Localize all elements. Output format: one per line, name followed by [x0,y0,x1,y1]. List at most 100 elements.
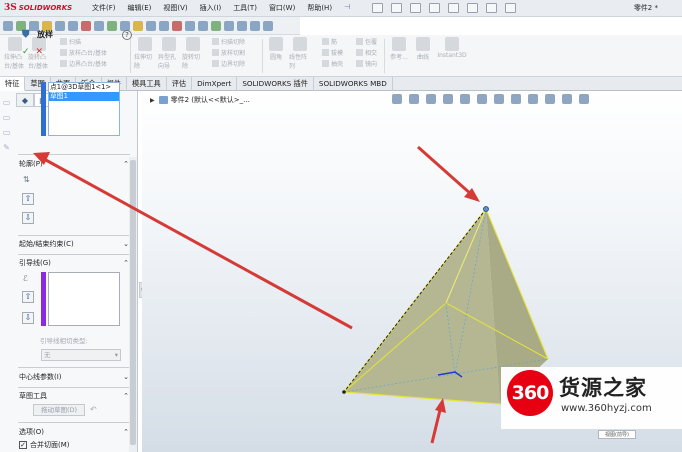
sweep-item[interactable]: 扫描 [60,37,107,48]
tab-sketch[interactable]: 草图 [25,77,51,91]
wrap-item[interactable]: 包覆 [356,37,377,48]
centerline-section-header[interactable]: 中心线参数(I) ⌄ [19,372,129,382]
move-up-button[interactable]: ⇧ [22,193,34,205]
menu-insert[interactable]: 插入(I) [200,3,222,13]
loft-feature-icon[interactable]: ✎ [1,142,12,153]
move-down-button[interactable]: ⇩ [22,212,34,224]
apply-scene-icon[interactable] [545,94,555,104]
fillet-button[interactable]: 圆角 [265,37,287,70]
menu-file[interactable]: 文件(F) [92,3,116,13]
help-icon[interactable]: ? [122,30,132,40]
view-settings-icon[interactable] [562,94,572,104]
smart-dimension-icon[interactable] [120,20,130,31]
instant3d-button[interactable]: Instant3D [436,37,468,61]
shell-item[interactable]: 抽壳 [322,59,343,70]
3d-sketch-icon[interactable] [3,20,13,31]
section-view-icon[interactable] [55,20,65,31]
guide-tangency-select[interactable]: 无 [41,349,121,361]
undo-drag-icon[interactable]: ↶ [90,405,97,414]
display-style-icon[interactable] [494,94,504,104]
feature-tree-icon[interactable]: ▭ [1,97,12,108]
edit-appearance-icon[interactable] [224,20,234,31]
loft-item[interactable]: 放样凸台/基体 [60,48,107,59]
sketch-entity-icon[interactable] [133,20,143,31]
apply-scene-icon[interactable] [237,20,247,31]
options-gear-icon[interactable] [505,3,517,13]
feature-tree-flyout[interactable]: ▶ 零件2 (默认<<默认>_... [150,95,250,105]
appearance-icon[interactable] [68,20,78,31]
zoom-to-area-icon[interactable] [409,94,419,104]
guide-move-up-button[interactable]: ⇧ [22,291,34,303]
hide-show-icon[interactable] [211,20,221,31]
list-item[interactable]: 草图1 [49,92,119,101]
cancel-button[interactable]: ✕ [36,47,44,57]
monitor-icon[interactable] [579,94,589,104]
orientation-icon[interactable] [198,20,208,31]
lofted-cut-item[interactable]: 放样切割 [212,48,245,59]
snap-icon[interactable] [81,20,91,31]
view-orientation-icon[interactable] [477,94,487,104]
linear-pattern-button[interactable]: 线性阵列 [289,37,311,70]
menu-tools[interactable]: 工具(T) [233,3,257,13]
previous-view-icon[interactable] [426,94,436,104]
profiles-section-header[interactable]: 轮廓(P) ⌃ [19,159,129,169]
pin-icon[interactable]: ⊣ [344,3,350,13]
hole-wizard-button[interactable]: 异型孔向导 [158,37,180,70]
guides-section-header[interactable]: 引导线(G) ⌃ [19,258,129,268]
zoom-to-fit-icon[interactable] [392,94,402,104]
select-icon[interactable] [467,3,479,13]
section-view-icon[interactable] [443,94,453,104]
boundary-cut-item[interactable]: 边界切除 [212,59,245,70]
menu-window[interactable]: 窗口(W) [269,3,295,13]
grid-icon[interactable] [94,20,104,31]
extruded-cut-button[interactable]: 拉伸切除 [134,37,156,70]
print-icon[interactable] [429,3,441,13]
solidworks-logo[interactable]: 3S SOLIDWORKS [4,3,72,13]
revolved-cut-button[interactable]: 旋转切除 [182,37,204,70]
relations-icon[interactable] [107,20,117,31]
start-end-constraints-header[interactable]: 起始/结束约束(C) ⌄ [19,239,129,249]
tab-addins[interactable]: SOLIDWORKS 插件 [237,77,314,91]
boundary-item[interactable]: 边界凸台/基体 [60,59,107,70]
zoom-area-icon[interactable] [159,20,169,31]
customize-icon[interactable] [263,20,273,31]
draft-item[interactable]: 拔模 [322,48,343,59]
scrollbar-thumb[interactable] [130,160,136,445]
dynamic-annotation-icon[interactable] [460,94,470,104]
tab-evaluate[interactable]: 评估 [167,77,193,91]
ok-button[interactable]: ✓ [22,47,30,57]
pan-icon[interactable] [185,20,195,31]
tab-mold-tools[interactable]: 模具工具 [127,77,167,91]
rib-item[interactable]: 筋 [322,37,343,48]
menu-help[interactable]: 帮助(H) [307,3,332,13]
edit-appearance-icon[interactable] [528,94,538,104]
new-document-icon[interactable] [372,3,384,13]
menu-edit[interactable]: 编辑(E) [128,3,152,13]
zoom-fit-icon[interactable] [146,20,156,31]
profiles-list[interactable]: 点1@3D草图1<1> 草图1 [48,82,120,136]
drag-sketch-button[interactable]: 拖动草图(D) [33,404,85,416]
save-icon[interactable] [410,3,422,13]
reference-geometry-button[interactable]: 参考... [388,37,410,61]
curves-button[interactable]: 曲线 [412,37,434,61]
tab-mbd[interactable]: SOLIDWORKS MBD [314,77,393,91]
history-icon[interactable]: ▭ [1,112,12,123]
intersect-item[interactable]: 相交 [356,48,377,59]
tab-feature-manager[interactable]: ◆ [16,93,34,107]
sensor-icon[interactable]: ▭ [1,127,12,138]
rotate-icon[interactable] [172,20,182,31]
guide-move-down-button[interactable]: ⇩ [22,312,34,324]
rebuild-icon[interactable] [486,3,498,13]
tab-dimxpert[interactable]: DimXpert [192,77,238,91]
open-icon[interactable] [391,3,403,13]
swept-cut-item[interactable]: 扫描切除 [212,37,245,48]
mirror-item[interactable]: 镜向 [356,59,377,70]
options-section-header[interactable]: 选项(O) ⌃ [19,427,129,437]
list-item[interactable]: 点1@3D草图1<1> [49,83,119,92]
menu-view[interactable]: 视图(V) [163,3,187,13]
undo-icon[interactable] [448,3,460,13]
sketch-tools-section-header[interactable]: 草图工具 ⌃ [19,391,129,401]
hide-show-items-icon[interactable] [511,94,521,104]
view-settings-icon[interactable] [250,20,260,31]
guides-list[interactable] [48,272,120,326]
